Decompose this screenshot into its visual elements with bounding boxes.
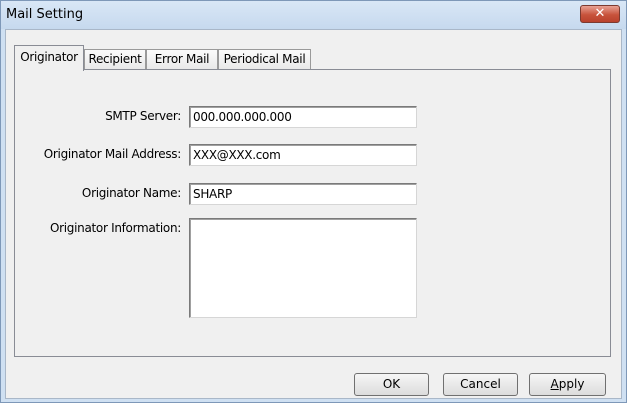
dialog-client-area: Originator Recipient Error Mail Periodic… [5, 29, 622, 399]
cancel-button[interactable]: Cancel [443, 373, 518, 396]
close-button[interactable]: ✕ [580, 5, 620, 23]
apply-label-rest: pply [558, 377, 585, 391]
apply-accelerator-key: A [550, 377, 559, 391]
originator-information-label: Originator Information: [49, 221, 181, 235]
originator-name-label: Originator Name: [81, 186, 181, 200]
originator-mail-address-label: Originator Mail Address: [43, 147, 182, 161]
originator-mail-address-input[interactable]: XXX@XXX.com [189, 144, 417, 166]
ok-button[interactable]: OK [354, 373, 429, 396]
apply-button[interactable]: Apply [529, 373, 606, 396]
originator-information-textarea[interactable] [189, 218, 417, 318]
tab-error-mail[interactable]: Error Mail [146, 49, 218, 70]
originator-panel: SMTP Server: 000.000.000.000 Originator … [14, 69, 611, 357]
tab-recipient[interactable]: Recipient [84, 49, 146, 70]
tab-periodical-mail[interactable]: Periodical Mail [218, 49, 311, 70]
title-bar: Mail Setting ✕ [1, 1, 626, 29]
originator-name-input[interactable]: SHARP [189, 183, 417, 205]
close-icon: ✕ [594, 6, 606, 21]
smtp-server-input[interactable]: 000.000.000.000 [189, 106, 417, 128]
smtp-server-label: SMTP Server: [105, 109, 181, 123]
window-title: Mail Setting [6, 7, 84, 22]
mail-setting-dialog: Mail Setting ✕ Originator Recipient Erro… [0, 0, 627, 403]
tab-originator[interactable]: Originator [14, 45, 84, 71]
